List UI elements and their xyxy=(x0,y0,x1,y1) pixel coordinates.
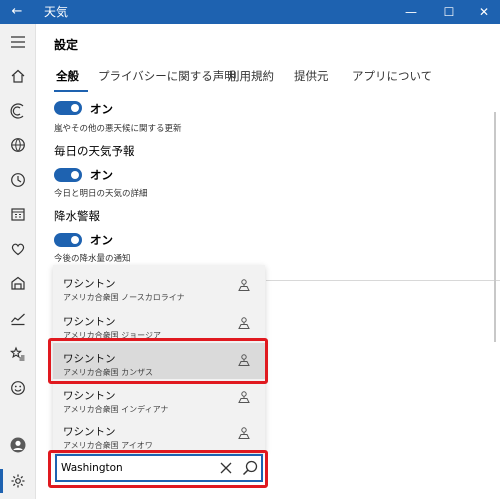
scrollbar[interactable] xyxy=(494,112,496,342)
back-button[interactable]: ← xyxy=(6,1,28,23)
suggestion-name: ワシントン xyxy=(63,390,116,402)
location-pin-icon xyxy=(238,391,250,403)
maximize-button[interactable]: ☐ xyxy=(433,0,465,24)
calendar-icon[interactable] xyxy=(0,200,36,228)
news-icon[interactable] xyxy=(0,269,36,297)
tab-credits[interactable]: 提供元 xyxy=(294,68,329,84)
tab-about[interactable]: アプリについて xyxy=(352,68,432,84)
hamburger-icon[interactable] xyxy=(0,28,36,56)
title-bar: ← 天気 — ☐ ✕ xyxy=(0,0,500,24)
forecast-icon[interactable] xyxy=(0,97,36,125)
location-pin-icon xyxy=(238,427,250,439)
close-button[interactable]: ✕ xyxy=(468,0,500,24)
history-icon[interactable] xyxy=(0,166,36,194)
suggestion-item[interactable]: ワシントン アメリカ合衆国 インディアナ xyxy=(53,380,265,416)
smiley-icon[interactable] xyxy=(0,374,36,402)
window-title: 天気 xyxy=(44,5,69,19)
tab-terms[interactable]: 利用規約 xyxy=(228,68,274,84)
tab-general[interactable]: 全般 xyxy=(56,68,79,84)
suggestion-region: アメリカ合衆国 ノースカロライナ xyxy=(63,293,185,302)
highlight-box-search xyxy=(48,450,268,488)
active-tab-indicator xyxy=(54,90,88,92)
suggestion-region: アメリカ合衆国 インディアナ xyxy=(63,405,169,414)
daily-forecast-title: 毎日の天気予報 xyxy=(54,144,135,158)
daily-forecast-toggle-label: オン xyxy=(90,168,113,182)
minimize-button[interactable]: — xyxy=(395,0,427,24)
suggestion-name: ワシントン xyxy=(63,316,116,328)
page-title: 設定 xyxy=(54,38,79,52)
precip-alert-title: 降水警報 xyxy=(54,209,100,223)
suggestion-item[interactable]: ワシントン アメリカ合衆国 アイオワ xyxy=(53,416,265,452)
precip-alert-toggle[interactable] xyxy=(54,233,82,247)
suggestion-name: ワシントン xyxy=(63,278,116,290)
highlight-box-suggestion xyxy=(48,338,268,384)
precip-alert-desc: 今後の降水量の通知 xyxy=(54,254,131,264)
favorites-icon[interactable] xyxy=(0,340,36,368)
severe-weather-toggle[interactable] xyxy=(54,101,82,115)
settings-icon[interactable] xyxy=(0,467,36,495)
daily-forecast-desc: 今日と明日の天気の詳細 xyxy=(54,189,148,199)
chart-icon[interactable] xyxy=(0,304,36,332)
account-icon[interactable] xyxy=(0,431,36,459)
suggestion-item[interactable]: ワシントン アメリカ合衆国 ジョージア xyxy=(53,306,265,342)
tab-privacy[interactable]: プライバシーに関する声明 xyxy=(98,68,236,84)
nav-rail xyxy=(0,24,36,499)
heart-icon[interactable] xyxy=(0,235,36,263)
location-pin-icon xyxy=(238,317,250,329)
suggestion-name: ワシントン xyxy=(63,426,116,438)
daily-forecast-toggle[interactable] xyxy=(54,168,82,182)
home-icon[interactable] xyxy=(0,62,36,90)
precip-alert-toggle-label: オン xyxy=(90,233,113,247)
globe-icon[interactable] xyxy=(0,131,36,159)
suggestion-item[interactable]: ワシントン アメリカ合衆国 ノースカロライナ xyxy=(53,268,265,304)
severe-weather-desc: 嵐やその他の悪天候に関する更新 xyxy=(54,124,182,134)
section-divider xyxy=(266,280,500,281)
severe-weather-toggle-label: オン xyxy=(90,102,113,116)
selected-indicator xyxy=(0,469,3,493)
location-pin-icon xyxy=(238,279,250,291)
